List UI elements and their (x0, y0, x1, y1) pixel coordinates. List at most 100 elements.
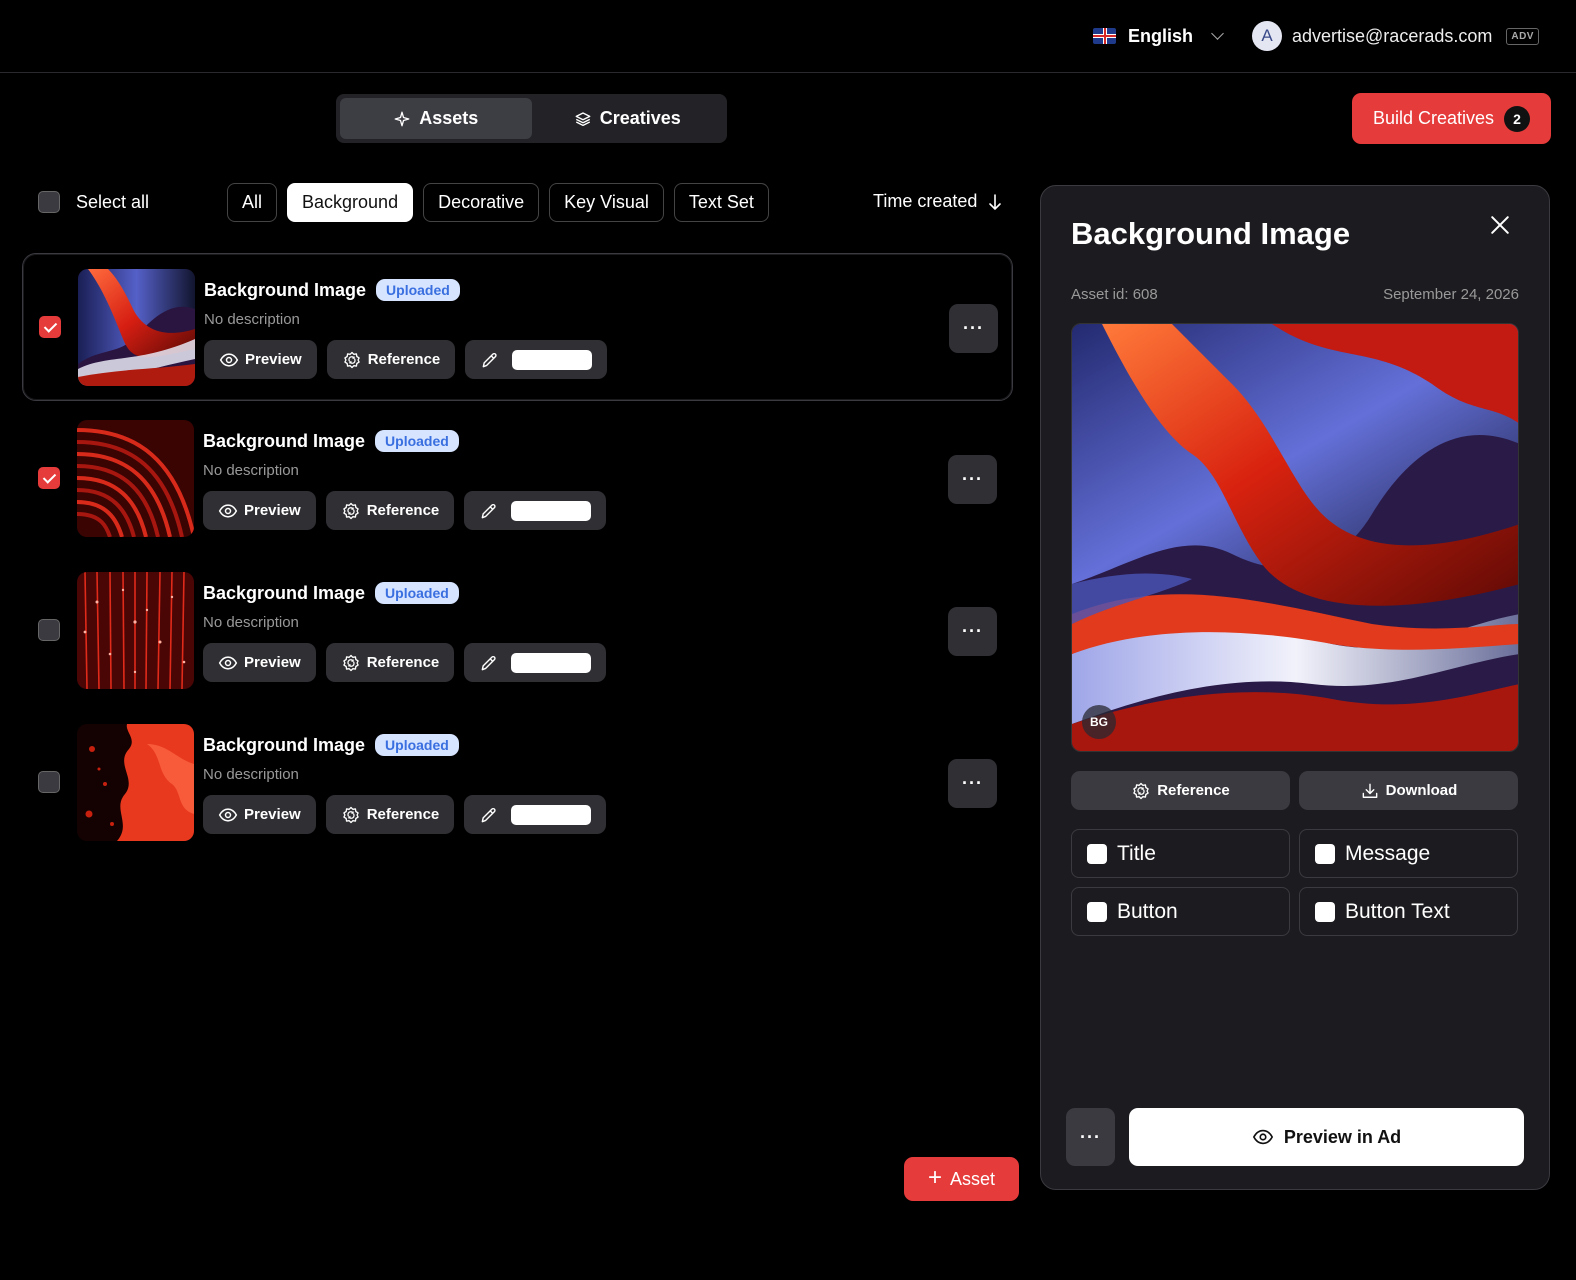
build-creatives-button[interactable]: Build Creatives 2 (1352, 93, 1551, 144)
reference-button[interactable]: Reference (326, 340, 456, 379)
asset-actions: Preview Reference (203, 795, 607, 834)
preview-button[interactable]: Preview (203, 491, 316, 530)
top-bar: English A advertise@racerads.com ADV (0, 0, 1576, 73)
asset-checkbox[interactable] (38, 771, 60, 793)
filter-chip-decorative[interactable]: Decorative (423, 183, 540, 222)
download-icon (1360, 781, 1380, 801)
eye-icon (219, 350, 239, 370)
add-asset-label: Asset (949, 1168, 996, 1189)
bg-tag: BG (1082, 705, 1116, 739)
option-message[interactable]: Message (1299, 829, 1518, 878)
avatar: A (1252, 21, 1282, 51)
asset-title: Background Image (203, 734, 366, 755)
edit-field[interactable] (511, 500, 592, 521)
preview-button[interactable]: Preview (204, 340, 317, 379)
edit-field[interactable] (512, 349, 593, 370)
filter-chip-all[interactable]: All (227, 183, 278, 222)
asset-row[interactable]: Background Image Uploaded No description… (22, 253, 1013, 401)
more-options-button[interactable]: ··· (949, 304, 998, 353)
select-all[interactable]: Select all (38, 191, 149, 213)
edit-field[interactable] (511, 652, 592, 673)
reference-button[interactable]: Reference (325, 491, 455, 530)
asset-checkbox[interactable] (38, 467, 60, 489)
edit-button[interactable] (464, 643, 607, 682)
option-checkbox[interactable] (1087, 843, 1107, 864)
asset-checkbox[interactable] (38, 619, 60, 641)
panel-more-button[interactable]: ··· (1066, 1108, 1115, 1166)
asset-thumbnail[interactable] (77, 724, 194, 841)
filter-chip-text-set[interactable]: Text Set (673, 183, 769, 222)
tab-assets[interactable]: Assets (340, 98, 532, 139)
preview-button[interactable]: Preview (203, 795, 316, 834)
more-options-button[interactable]: ··· (948, 607, 997, 656)
download-button[interactable]: Download (1299, 771, 1518, 810)
edit-field[interactable] (511, 804, 592, 825)
filter-chip-background[interactable]: Background (287, 183, 414, 222)
close-icon[interactable] (1489, 214, 1511, 236)
preview-in-ad-button[interactable]: Preview in Ad (1129, 1108, 1524, 1166)
asset-row[interactable]: Background Image Uploaded No description… (22, 709, 1013, 857)
sparkle-icon (394, 111, 410, 126)
edit-button[interactable] (464, 795, 607, 834)
reference-button[interactable]: Reference (325, 643, 455, 682)
option-label: Title (1117, 841, 1156, 865)
preview-button[interactable]: Preview (203, 643, 316, 682)
preview-label: Preview (244, 806, 301, 823)
asset-detail-panel: Background Image Asset id: 608 September… (1040, 185, 1550, 1190)
tab-creatives[interactable]: Creatives (532, 98, 724, 139)
sort-label: Time created (873, 191, 978, 211)
more-options-button[interactable]: ··· (948, 455, 997, 504)
view-tabs: Assets Creatives (336, 94, 727, 143)
option-checkbox[interactable] (1087, 901, 1107, 922)
language-selector[interactable]: English (1093, 22, 1224, 50)
role-badge: ADV (1506, 27, 1539, 45)
option-checkbox[interactable] (1315, 901, 1335, 922)
asset-row[interactable]: Background Image Uploaded No description… (22, 557, 1013, 705)
edit-button[interactable] (464, 491, 607, 530)
download-label: Download (1385, 782, 1458, 799)
language-label: English (1128, 25, 1194, 46)
add-asset-button[interactable]: + Asset (904, 1157, 1019, 1201)
red-smoke-image (77, 724, 194, 841)
preview-in-ad-label: Preview in Ad (1283, 1126, 1402, 1147)
edit-button[interactable] (465, 340, 608, 379)
red-particles-image (77, 572, 194, 689)
option-title[interactable]: Title (1071, 829, 1290, 878)
filter-chip-key-visual[interactable]: Key Visual (549, 183, 664, 222)
asset-title: Background Image (203, 582, 366, 603)
reference-label: Reference (366, 502, 440, 519)
option-button-text[interactable]: Button Text (1299, 887, 1518, 936)
asset-row[interactable]: Background Image Uploaded No description… (22, 405, 1013, 553)
pencil-icon (479, 805, 499, 825)
option-checkbox[interactable] (1315, 843, 1335, 864)
reference-label: Reference (367, 351, 441, 368)
asset-title: Background Image (203, 430, 366, 451)
status-badge: Uploaded (375, 582, 459, 604)
eye-icon (218, 805, 238, 825)
abstract-wave-image (78, 269, 195, 386)
asset-id: Asset id: 608 (1071, 286, 1158, 303)
reference-icon (341, 805, 361, 825)
asset-description: No description (204, 311, 300, 328)
layers-icon (575, 111, 591, 126)
asset-thumbnail[interactable] (77, 572, 194, 689)
asset-description: No description (203, 462, 299, 479)
reference-icon (341, 501, 361, 521)
preview-label: Preview (244, 502, 301, 519)
tab-assets-label: Assets (419, 108, 479, 128)
asset-preview-image: BG (1071, 323, 1519, 752)
reference-label: Reference (366, 806, 440, 823)
reference-button[interactable]: Reference (325, 795, 455, 834)
reference-icon (342, 350, 362, 370)
select-all-checkbox[interactable] (38, 191, 60, 213)
more-options-button[interactable]: ··· (948, 759, 997, 808)
user-menu[interactable]: A advertise@racerads.com ADV (1252, 20, 1539, 52)
option-button[interactable]: Button (1071, 887, 1290, 936)
asset-thumbnail[interactable] (78, 269, 195, 386)
panel-reference-button[interactable]: Reference (1071, 771, 1290, 810)
asset-checkbox[interactable] (39, 316, 61, 338)
sort-control[interactable]: Time created (873, 191, 1003, 212)
filter-chips: All Background Decorative Key Visual Tex… (227, 183, 769, 222)
panel-title: Background Image (1071, 216, 1351, 251)
asset-thumbnail[interactable] (77, 420, 194, 537)
